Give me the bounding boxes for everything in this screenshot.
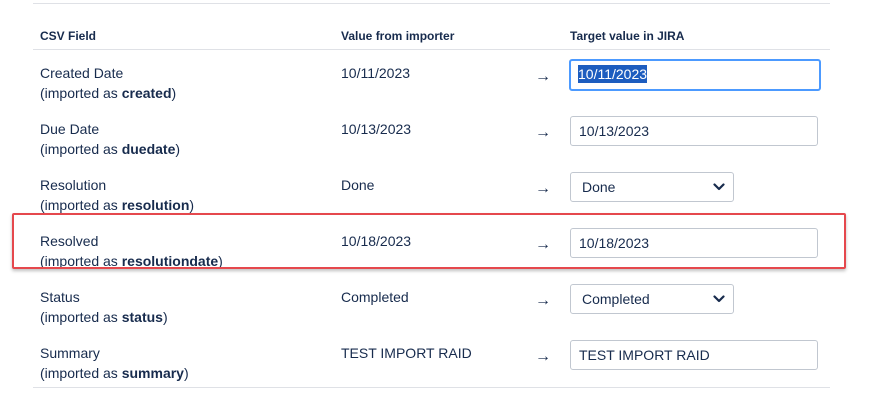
select-value: Completed xyxy=(582,291,650,307)
field-name: Due Date xyxy=(40,121,100,137)
field-name: Created Date xyxy=(40,65,124,81)
selected-input-text: 10/11/2023 xyxy=(578,65,648,83)
imported-as-key: status xyxy=(121,309,163,325)
target-value-input-duedate[interactable]: 10/13/2023 xyxy=(570,116,818,146)
field-name: Status xyxy=(40,289,80,305)
imported-as-key: resolutiondate xyxy=(121,253,219,269)
table-row: Resolved (imported as resolutiondate) 10… xyxy=(0,220,880,276)
imported-as-key: summary xyxy=(121,365,184,381)
importer-value: Completed xyxy=(341,289,409,305)
importer-value: Done xyxy=(341,177,375,193)
imported-as-label: (imported as resolution) xyxy=(40,197,195,213)
imported-as-key: resolution xyxy=(121,197,190,213)
right-arrow-icon: → xyxy=(535,348,551,365)
right-arrow-icon: → xyxy=(535,236,551,253)
header-target-value: Target value in JIRA xyxy=(570,29,685,43)
field-mapping-panel: CSV Field Value from importer Target val… xyxy=(0,0,880,408)
imported-as-key: duedate xyxy=(121,141,176,157)
header-value-from-importer: Value from importer xyxy=(341,29,455,43)
imported-as-label: (imported as created) xyxy=(40,85,177,101)
target-value-select-resolution[interactable]: Done xyxy=(570,172,734,202)
field-name: Resolved xyxy=(40,233,99,249)
imported-as-label: (imported as resolutiondate) xyxy=(40,253,223,269)
table-row: Summary (imported as summary) TEST IMPOR… xyxy=(0,332,880,388)
table-row: Resolution (imported as resolution) Done… xyxy=(0,164,880,220)
field-name: Summary xyxy=(40,345,100,361)
imported-as-label: (imported as summary) xyxy=(40,365,189,381)
right-arrow-icon: → xyxy=(535,180,551,197)
header-divider xyxy=(33,49,830,50)
chevron-down-icon xyxy=(713,295,725,303)
bottom-divider xyxy=(33,387,830,388)
table-header: CSV Field Value from importer Target val… xyxy=(0,29,880,49)
select-value: Done xyxy=(582,179,616,195)
chevron-down-icon xyxy=(713,183,725,191)
target-value-input-resolutiondate[interactable]: 10/18/2023 xyxy=(570,228,818,258)
imported-as-label: (imported as status) xyxy=(40,309,168,325)
header-csv-field: CSV Field xyxy=(40,29,97,43)
table-row: Due Date (imported as duedate) 10/13/202… xyxy=(0,108,880,164)
importer-value: 10/11/2023 xyxy=(341,65,411,81)
target-value-input-summary[interactable]: TEST IMPORT RAID xyxy=(570,340,818,370)
imported-as-label: (imported as duedate) xyxy=(40,141,181,157)
right-arrow-icon: → xyxy=(535,124,551,141)
field-name: Resolution xyxy=(40,177,107,193)
target-value-select-status[interactable]: Completed xyxy=(570,284,734,314)
importer-value: 10/18/2023 xyxy=(341,233,412,249)
imported-as-key: created xyxy=(121,85,172,101)
importer-value: 10/13/2023 xyxy=(341,121,412,137)
target-value-input-created[interactable]: 10/11/2023 xyxy=(569,59,821,91)
top-divider xyxy=(33,3,830,4)
importer-value: TEST IMPORT RAID xyxy=(341,345,472,361)
right-arrow-icon: → xyxy=(535,292,551,309)
table-row: Status (imported as status) Completed → … xyxy=(0,276,880,332)
right-arrow-icon: → xyxy=(535,68,551,85)
table-row: Created Date (imported as created) 10/11… xyxy=(0,52,880,108)
